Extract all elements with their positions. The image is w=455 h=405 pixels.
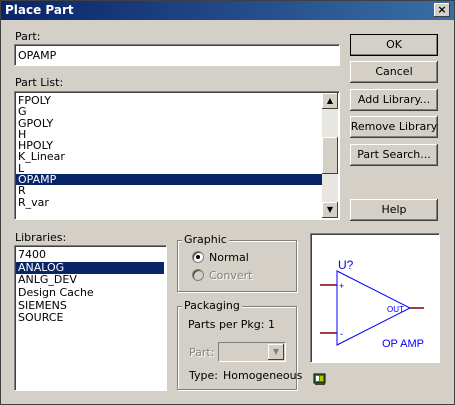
part-select-dropdown[interactable]: ▼ [218,342,286,362]
libraries-list[interactable]: 7400 ANALOG ANLG_DEV Design Cache SIEMENS SOU… [14,245,167,391]
refdes-text: U? [338,258,354,272]
title-bar: Place Part × [1,1,454,20]
chevron-down-icon[interactable]: ▼ [268,344,284,360]
part-list-item[interactable]: R_var [16,196,322,208]
library-list-item[interactable]: Design Cache [16,286,164,300]
part-list-item[interactable]: FPOLY [16,95,322,107]
library-icon [313,372,327,386]
window-title: Place Part [5,3,74,17]
part-name-input[interactable]: OPAMP [14,44,340,66]
part-preview: U? + - OUT OP AMP [310,233,440,363]
add-library-button[interactable]: Add Library... [350,89,438,111]
convert-radio[interactable] [192,269,204,281]
help-button[interactable]: Help [350,199,438,221]
normal-radio[interactable] [192,251,204,263]
place-part-dialog: Place Part × Part: OPAMP Part List: FPOL… [0,0,455,405]
scroll-thumb[interactable] [322,137,338,174]
part-search-button[interactable]: Part Search... [350,144,438,166]
libraries-items: 7400 ANALOG ANLG_DEV Design Cache SIEMENS SOU… [16,248,164,325]
ok-button[interactable]: OK [350,34,438,56]
out-text: OUT [387,305,404,314]
parts-per-pkg-label: Parts per Pkg: [188,318,265,331]
part-list-item[interactable]: GPOLY [16,117,322,129]
close-button[interactable]: × [434,3,450,17]
cancel-button[interactable]: Cancel [350,61,438,83]
library-list-item[interactable]: 7400 [16,248,164,262]
part-list[interactable]: FPOLY G GPOLY H HPOLY K_Linear L OPAMP R R_var ▲ … [14,91,340,220]
scroll-up-arrow-icon[interactable]: ▲ [322,93,338,109]
part-list-items: FPOLY G GPOLY H HPOLY K_Linear L OPAMP R R_var [16,95,322,208]
part-list-label: Part List: [15,76,64,89]
type-value: Homogeneous [223,369,303,382]
normal-radio-label: Normal [209,251,249,264]
convert-radio-label: Convert [209,269,253,282]
graphic-group-title: Graphic [182,233,229,246]
opamp-symbol: U? + - OUT OP AMP [320,258,424,350]
part-list-item[interactable]: K_Linear [16,151,322,163]
plus-text: + [339,281,344,291]
part-list-scrollbar[interactable]: ▲ ▼ [322,93,338,218]
library-list-item[interactable]: SOURCE [16,312,164,325]
part-list-item[interactable]: H [16,129,322,141]
parts-per-pkg-value: 1 [268,318,275,331]
packaging-group-title: Packaging [182,299,242,312]
part-label: Part: [15,30,41,43]
part-list-item[interactable]: G [16,106,322,118]
part-list-item[interactable]: OPAMP [16,174,322,185]
remove-library-button[interactable]: Remove Library [350,116,438,138]
part-list-item[interactable]: R [16,185,322,197]
part-name-text: OP AMP [382,338,424,350]
libraries-label: Libraries: [15,231,67,244]
graphic-group [177,240,297,292]
part-name-value: OPAMP [18,49,57,62]
scroll-down-arrow-icon[interactable]: ▼ [322,202,338,218]
part-select-label: Part: [189,346,215,359]
minus-text: - [340,329,343,339]
type-label: Type: [189,369,218,382]
part-list-item[interactable]: L [16,162,322,174]
